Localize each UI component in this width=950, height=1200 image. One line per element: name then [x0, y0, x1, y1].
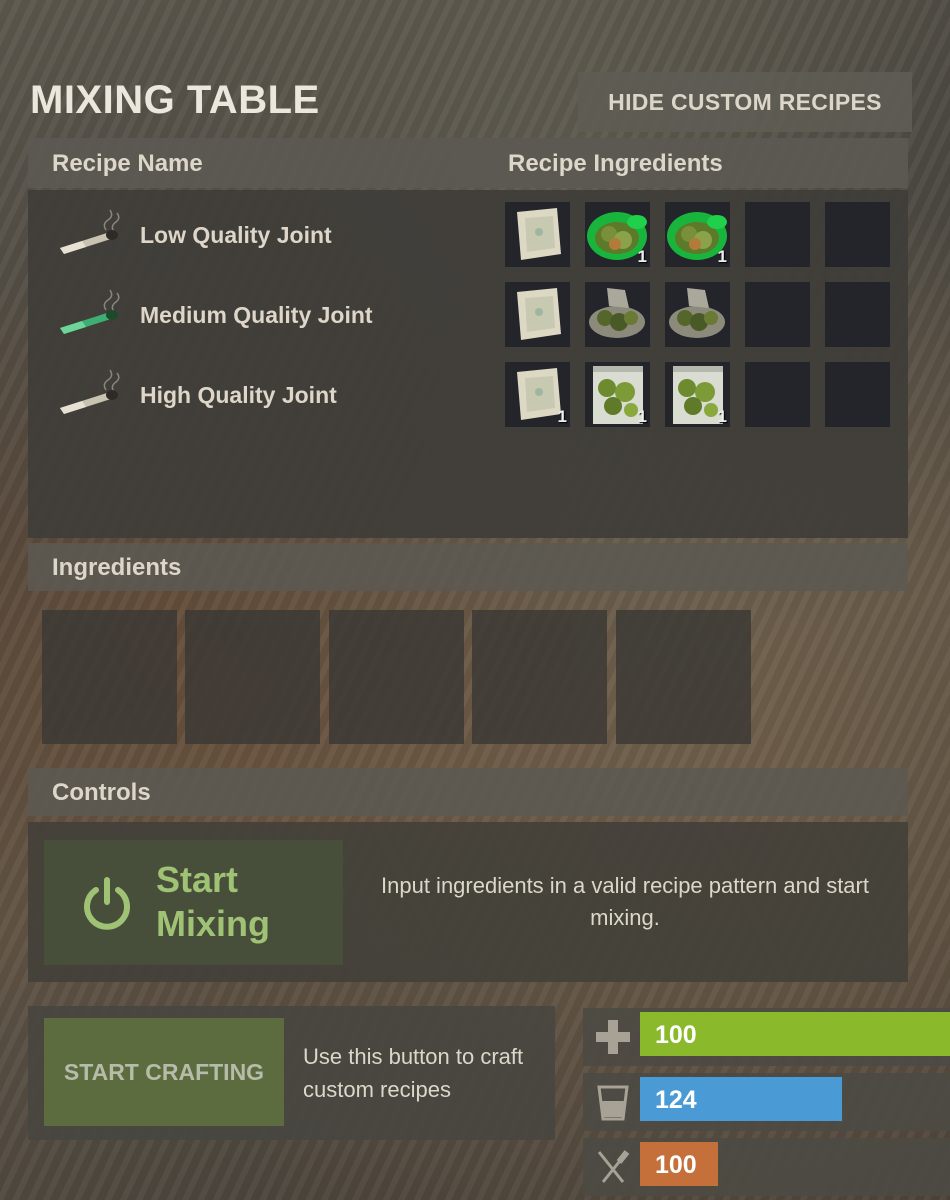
start-crafting-button[interactable]: START CRAFTING	[44, 1018, 284, 1126]
empty-ingredient-slot	[825, 202, 890, 267]
water-value: 124	[655, 1086, 697, 1114]
joint-icon	[56, 368, 128, 418]
recipe-row-medium-quality-joint[interactable]: Medium Quality Joint	[28, 280, 908, 347]
water-bar: 124	[640, 1077, 842, 1121]
cannabis-jar-icon: 1	[665, 202, 730, 267]
ingredients-header: Ingredients	[28, 543, 908, 591]
recipe-list: Low Quality Joint 1 1 Medium Quality Joi…	[28, 190, 908, 538]
cannabis-bag-open-icon	[665, 282, 730, 347]
food-value: 100	[655, 1151, 697, 1179]
power-icon	[84, 877, 130, 930]
controls-header: Controls	[28, 768, 908, 816]
controls-title: Controls	[52, 779, 151, 806]
recipe-name: High Quality Joint	[140, 382, 337, 408]
ingredient-input-slot[interactable]	[616, 610, 751, 744]
empty-ingredient-slot	[745, 202, 810, 267]
empty-ingredient-slot	[825, 282, 890, 347]
cannabis-bag-sealed-icon: 1	[585, 362, 650, 427]
rolling-paper-icon	[505, 282, 570, 347]
food-stat: 100	[583, 1138, 950, 1196]
recipe-table-header: Recipe Name Recipe Ingredients	[28, 138, 908, 188]
start-mixing-label: Start Mixing	[156, 859, 270, 944]
ingredient-input-slot[interactable]	[185, 610, 320, 744]
health-cross-icon	[596, 1020, 630, 1054]
crafting-description: Use this button to craft custom recipes	[303, 1044, 524, 1102]
ingredient-input-slot[interactable]	[472, 610, 607, 744]
empty-ingredient-slot	[745, 282, 810, 347]
cannabis-bag-sealed-icon: 1	[665, 362, 730, 427]
recipe-name: Medium Quality Joint	[140, 302, 373, 328]
empty-ingredient-slot	[825, 362, 890, 427]
empty-ingredient-slot	[745, 362, 810, 427]
health-value: 100	[655, 1021, 697, 1049]
joint-green-icon	[56, 288, 128, 338]
recipe-row-high-quality-joint[interactable]: High Quality Joint 1 1 1	[28, 360, 908, 427]
water-stat: 124	[583, 1073, 950, 1131]
health-bar: 100	[640, 1012, 950, 1056]
recipe-name-column-header: Recipe Name	[52, 150, 203, 177]
fork-knife-icon	[597, 1150, 630, 1183]
rolling-paper-icon: 1	[505, 362, 570, 427]
recipe-row-low-quality-joint[interactable]: Low Quality Joint 1 1	[28, 200, 908, 267]
window-title: MIXING TABLE	[30, 78, 320, 122]
cannabis-jar-icon: 1	[585, 202, 650, 267]
hide-custom-recipes-button[interactable]: HIDE CUSTOM RECIPES	[578, 72, 912, 132]
start-mixing-button[interactable]: Start Mixing	[44, 840, 343, 965]
rolling-paper-icon	[505, 202, 570, 267]
water-cup-icon	[597, 1085, 629, 1121]
cannabis-bag-open-icon	[585, 282, 650, 347]
ingredients-title: Ingredients	[52, 554, 182, 581]
ingredient-input-slot[interactable]	[329, 610, 464, 744]
item-quantity: 1	[637, 247, 647, 266]
item-quantity: 1	[557, 407, 567, 426]
recipe-name: Low Quality Joint	[140, 222, 332, 248]
mixing-instructions: Input ingredients in a valid recipe patt…	[381, 873, 869, 930]
joint-icon	[56, 208, 128, 258]
recipe-ingredients-column-header: Recipe Ingredients	[508, 150, 723, 177]
item-quantity: 1	[717, 247, 727, 266]
item-quantity: 1	[717, 407, 727, 426]
ingredient-input-slot[interactable]	[42, 610, 177, 744]
item-quantity: 1	[637, 407, 647, 426]
food-bar: 100	[640, 1142, 718, 1186]
health-stat: 100	[583, 1008, 950, 1066]
